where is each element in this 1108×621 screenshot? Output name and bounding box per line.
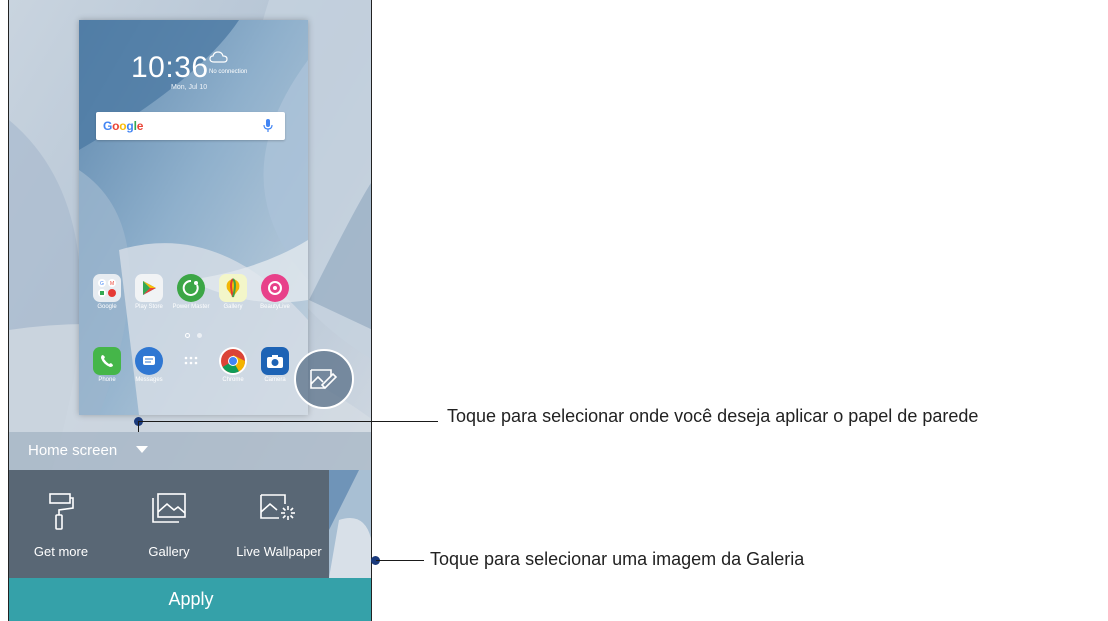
gallery-icon xyxy=(152,493,186,523)
app-drawer[interactable] xyxy=(171,347,211,377)
option-label: Get more xyxy=(33,544,89,559)
wallpaper-thumbnail[interactable] xyxy=(329,470,372,578)
app-label: Messages xyxy=(135,377,163,383)
app-label: Google xyxy=(97,304,117,310)
power-master-icon xyxy=(177,274,205,302)
clock-date: Mon, Jul 10 xyxy=(171,84,208,91)
apply-button[interactable]: Apply xyxy=(9,578,371,621)
app-gallery[interactable]: Gallery xyxy=(213,274,253,311)
google-logo: Google xyxy=(103,119,143,133)
wallpaper-options: Get more Gallery Live Wallpaper xyxy=(9,470,372,578)
logo-letter: e xyxy=(136,119,144,133)
mic-icon[interactable] xyxy=(263,118,273,133)
app-messages[interactable]: Messages xyxy=(129,347,169,384)
logo-letter: g xyxy=(126,119,134,133)
page-indicator xyxy=(197,333,202,338)
app-label: Play Store xyxy=(135,304,163,310)
option-label: Gallery xyxy=(148,544,190,559)
app-beautylive[interactable]: BeautyLive xyxy=(255,274,295,311)
svg-text:M: M xyxy=(110,281,114,287)
edit-wallpaper-icon xyxy=(310,369,338,390)
play-store-icon xyxy=(135,274,163,302)
phone-screen: 10:36 No connection Mon, Jul 10 Google G xyxy=(8,0,372,621)
beautylive-icon xyxy=(261,274,289,302)
app-label: BeautyLive xyxy=(260,304,290,310)
connection-status: No connection xyxy=(209,69,248,75)
wallpaper-target-selector[interactable]: Home screen xyxy=(9,432,371,470)
callout-line-gallery xyxy=(376,560,424,561)
gallery-option[interactable]: Gallery xyxy=(113,470,225,578)
wallpaper-target-label: Home screen xyxy=(28,442,118,459)
live-wallpaper-icon xyxy=(260,494,295,520)
logo-letter: G xyxy=(103,119,113,133)
svg-text:G: G xyxy=(100,281,104,287)
app-google-folder[interactable]: G M Google xyxy=(87,274,127,311)
dropdown-caret-icon xyxy=(136,446,148,453)
edit-wallpaper-button[interactable] xyxy=(294,349,354,409)
app-phone[interactable]: Phone xyxy=(87,347,127,384)
callout-line-mode xyxy=(138,421,438,422)
callout-connector xyxy=(138,421,139,432)
app-label: Camera xyxy=(264,377,286,383)
app-play-store[interactable]: Play Store xyxy=(129,274,169,311)
page-indicator-active xyxy=(185,333,190,338)
option-label: Live Wallpaper xyxy=(236,544,322,559)
wallpaper-preview[interactable]: 10:36 No connection Mon, Jul 10 Google G xyxy=(79,20,308,415)
app-power-master[interactable]: Power Master xyxy=(171,274,211,311)
chrome-icon xyxy=(219,347,247,375)
camera-icon xyxy=(261,347,289,375)
phone-icon xyxy=(93,347,121,375)
callout-text-gallery: Toque para selecionar uma imagem da Gale… xyxy=(430,549,805,569)
get-more-option[interactable]: Get more xyxy=(9,470,113,578)
app-chrome[interactable]: Chrome xyxy=(213,347,253,384)
google-search-widget[interactable]: Google xyxy=(96,112,285,140)
callout-text-mode: Toque para selecionar onde você deseja a… xyxy=(447,406,979,426)
app-camera[interactable]: Camera xyxy=(255,347,295,384)
google-folder-icon: G M xyxy=(93,274,121,302)
clock-time: 10:36 xyxy=(131,51,209,84)
app-label: Chrome xyxy=(222,377,244,383)
app-label: Gallery xyxy=(223,304,243,310)
messages-icon xyxy=(135,347,163,375)
live-wallpaper-option[interactable]: Live Wallpaper xyxy=(225,470,333,578)
cloud-icon xyxy=(209,51,228,63)
app-label: Phone xyxy=(98,377,116,383)
app-label: Power Master xyxy=(172,304,210,310)
app-drawer-icon xyxy=(177,347,205,375)
paint-roller-icon xyxy=(49,493,74,530)
gallery-app-icon xyxy=(219,274,247,302)
